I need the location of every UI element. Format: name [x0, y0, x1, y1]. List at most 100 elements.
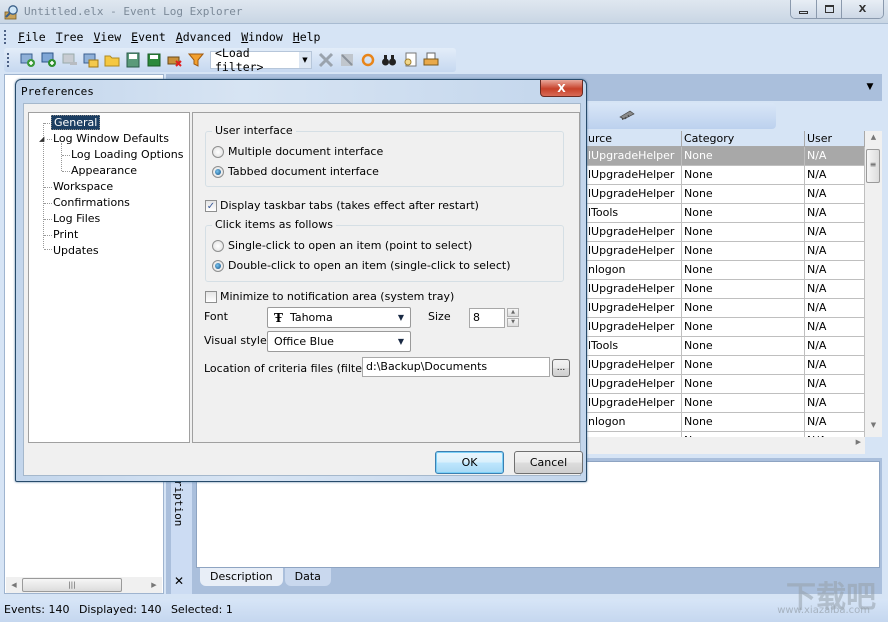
find-icon[interactable] [380, 51, 398, 69]
radio-mdi[interactable]: Multiple document interface [212, 145, 383, 158]
close-pane-icon[interactable]: ✕ [174, 574, 184, 588]
radio-button-checked[interactable] [212, 259, 224, 272]
cell-source: lUpgradeHelper [586, 147, 682, 166]
table-row[interactable]: lUpgradeHelper None N/A [586, 185, 882, 204]
tab-description[interactable]: Description [200, 568, 283, 586]
tree-item-print[interactable]: Print [53, 228, 78, 242]
grid-horizontal-scrollbar[interactable]: ▶ [586, 437, 865, 454]
table-row[interactable]: lUpgradeHelper None N/A [586, 375, 882, 394]
font-select[interactable]: Ŧ Tahoma ▼ [267, 307, 411, 328]
refresh-icon[interactable] [359, 51, 377, 69]
menu-file[interactable]: File [13, 30, 51, 44]
save-workspace-icon[interactable] [124, 51, 142, 69]
tab-list-dropdown-icon[interactable]: ▼ [862, 82, 878, 96]
cell-source: nlogon [586, 413, 682, 432]
cell-user: N/A [805, 204, 865, 223]
toolbar-grip[interactable] [7, 53, 10, 67]
table-row[interactable]: lTools None N/A [586, 204, 882, 223]
table-row[interactable]: lUpgradeHelper None N/A [586, 299, 882, 318]
tree-item-workspace[interactable]: Workspace [53, 180, 113, 194]
remove-filter-icon[interactable] [317, 51, 335, 69]
menu-help[interactable]: Help [288, 30, 326, 44]
minimize-button[interactable] [791, 0, 816, 18]
table-row[interactable]: nlogon None N/A [586, 413, 882, 432]
close-button[interactable]: X [841, 0, 883, 18]
scroll-down-icon[interactable]: ▼ [865, 421, 882, 435]
radio-tabbed[interactable]: Tabbed document interface [212, 165, 379, 178]
document-tab[interactable] [586, 103, 776, 129]
add-group-icon[interactable] [40, 51, 58, 69]
save-icon[interactable] [145, 51, 163, 69]
checkbox[interactable] [205, 290, 217, 303]
tree-item-appearance[interactable]: Appearance [71, 164, 137, 178]
browse-button[interactable]: ... [552, 359, 570, 377]
add-computer-icon[interactable] [19, 51, 37, 69]
tree-expand-icon[interactable]: ◢ [39, 135, 44, 143]
menu-event[interactable]: Event [126, 30, 171, 44]
column-header-source[interactable]: urce [586, 131, 682, 147]
minimize-tray-checkbox[interactable]: Minimize to notification area (system tr… [205, 290, 454, 303]
chevron-down-icon[interactable]: ▼ [299, 52, 311, 68]
menu-tree[interactable]: Tree [51, 30, 89, 44]
filter-icon[interactable] [187, 51, 205, 69]
open-log-icon[interactable] [82, 51, 100, 69]
clear-log-icon[interactable] [166, 51, 184, 69]
spin-up-icon[interactable]: ▲ [507, 308, 519, 317]
criteria-location-input[interactable]: d:\Backup\Documents [362, 357, 550, 377]
scroll-up-icon[interactable]: ▲ [865, 133, 882, 147]
size-spinner[interactable]: ▲ ▼ [507, 308, 519, 328]
load-filter-select[interactable]: <Load filter> ▼ [210, 46, 312, 74]
spin-down-icon[interactable]: ▼ [507, 318, 519, 327]
table-row[interactable]: lUpgradeHelper None N/A [586, 356, 882, 375]
table-row[interactable]: lTools None N/A [586, 337, 882, 356]
left-horizontal-scrollbar[interactable]: ◀ ||| ▶ [6, 577, 162, 593]
table-row[interactable]: lUpgradeHelper None N/A [586, 223, 882, 242]
tab-data[interactable]: Data [284, 568, 331, 586]
reset-filter-icon[interactable] [338, 51, 356, 69]
checkbox-checked[interactable]: ✓ [205, 199, 217, 212]
cell-source: lUpgradeHelper [586, 394, 682, 413]
tree-item-log-window-defaults[interactable]: Log Window Defaults [53, 132, 169, 146]
table-row[interactable]: lUpgradeHelper None N/A [586, 147, 882, 166]
dialog-close-button[interactable]: X [540, 80, 583, 97]
table-row[interactable]: lUpgradeHelper None N/A [586, 242, 882, 261]
print-icon[interactable] [422, 51, 440, 69]
display-taskbar-tabs-checkbox[interactable]: ✓ Display taskbar tabs (takes effect aft… [205, 199, 479, 212]
table-row[interactable]: lUpgradeHelper None N/A [586, 166, 882, 185]
menu-view[interactable]: View [88, 30, 126, 44]
scroll-right-icon[interactable]: ▶ [146, 577, 162, 593]
table-row[interactable]: lUpgradeHelper None N/A [586, 318, 882, 337]
tree-item-log-loading-options[interactable]: Log Loading Options [71, 148, 183, 162]
menu-advanced[interactable]: Advanced [171, 30, 236, 44]
radio-button[interactable] [212, 145, 224, 158]
menu-grip[interactable] [4, 30, 7, 44]
size-input[interactable]: 8 [469, 308, 505, 328]
cancel-button[interactable]: Cancel [514, 451, 583, 474]
remove-computer-icon[interactable] [61, 51, 79, 69]
visual-style-select[interactable]: Office Blue ▼ [267, 331, 411, 352]
radio-single-click[interactable]: Single-click to open an item (point to s… [212, 239, 472, 252]
maximize-button[interactable] [816, 0, 841, 18]
scroll-thumb[interactable]: ||| [22, 578, 122, 592]
open-folder-icon[interactable] [103, 51, 121, 69]
preview-icon[interactable] [401, 51, 419, 69]
menu-window[interactable]: Window [236, 30, 288, 44]
table-row[interactable]: lUpgradeHelper None N/A [586, 280, 882, 299]
tree-item-log-files[interactable]: Log Files [53, 212, 100, 226]
ok-button[interactable]: OK [435, 451, 504, 474]
scroll-thumb[interactable]: ≡ [866, 149, 880, 183]
table-row[interactable]: lUpgradeHelper None N/A [586, 394, 882, 413]
radio-button-checked[interactable] [212, 165, 224, 178]
radio-double-click[interactable]: Double-click to open an item (single-cli… [212, 259, 510, 272]
grid-vertical-scrollbar[interactable]: ▲ ≡ ▼ [865, 131, 882, 437]
column-header-user[interactable]: User [805, 131, 865, 147]
radio-button[interactable] [212, 239, 224, 252]
table-row[interactable]: nlogon None N/A [586, 261, 882, 280]
tree-item-confirmations[interactable]: Confirmations [53, 196, 130, 210]
scroll-right-icon[interactable]: ▶ [856, 438, 861, 446]
tree-item-general[interactable]: General [51, 115, 101, 130]
scroll-left-icon[interactable]: ◀ [6, 577, 22, 593]
column-header-category[interactable]: Category [682, 131, 805, 147]
size-label: Size [428, 310, 451, 323]
tree-item-updates[interactable]: Updates [53, 244, 99, 258]
